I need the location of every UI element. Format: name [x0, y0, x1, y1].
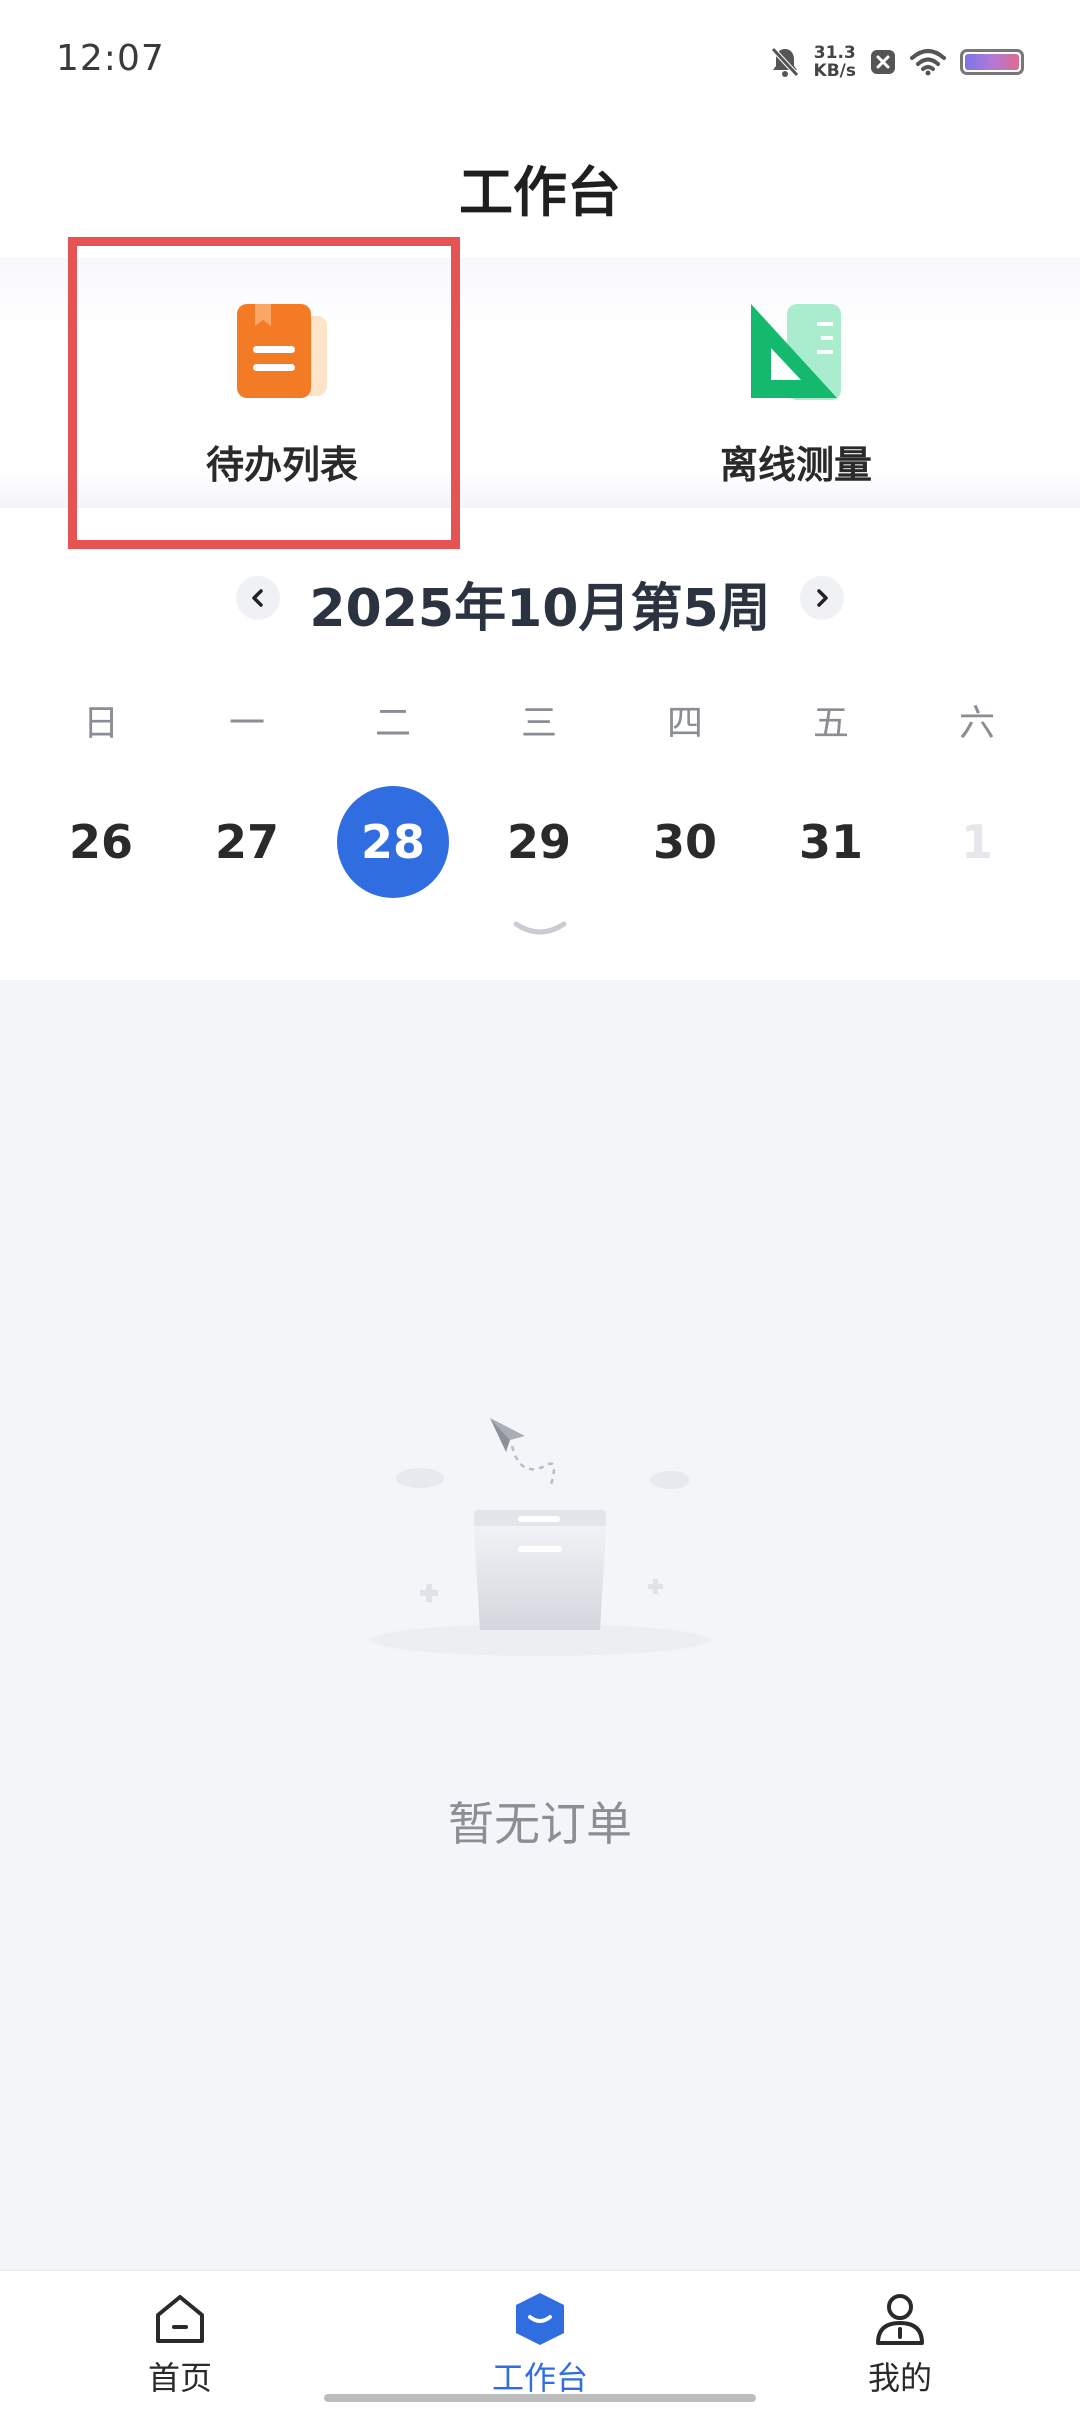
date-cell[interactable]: 1 — [904, 786, 1050, 898]
network-speed-unit: KB/s — [813, 61, 856, 81]
next-week-button[interactable] — [800, 576, 844, 620]
network-speed-value: 31.3 — [813, 43, 856, 63]
chevron-right-icon — [817, 589, 828, 607]
tab-home[interactable]: 首页 — [80, 2289, 280, 2399]
date-cell-selected[interactable]: 28 — [320, 786, 466, 898]
weekday-label: 二 — [374, 703, 411, 744]
date-cell[interactable]: 27 — [174, 786, 320, 898]
bell-muted-icon — [770, 47, 799, 77]
workbench-icon — [516, 2293, 564, 2345]
date-cell[interactable]: 26 — [28, 786, 174, 898]
date-cell[interactable]: 31 — [758, 786, 904, 898]
set-square-icon — [751, 304, 841, 400]
week-navigation: 2025年10月第5周 — [0, 570, 1080, 640]
weekday-label: 六 — [958, 703, 995, 744]
offline-measure-label: 离线测量 — [719, 443, 872, 487]
weekday-label: 一 — [228, 703, 265, 744]
status-time: 12:07 — [56, 38, 165, 79]
weekday-label: 日 — [82, 703, 119, 744]
page-title: 工作台 — [459, 161, 621, 224]
chevron-down-icon[interactable] — [512, 918, 568, 946]
date-cell[interactable]: 30 — [612, 786, 758, 898]
battery-icon — [960, 49, 1024, 75]
home-indicator[interactable] — [324, 2394, 756, 2402]
wifi-icon — [910, 49, 946, 76]
tab-home-label: 首页 — [147, 2359, 212, 2397]
tab-workbench[interactable]: 工作台 — [440, 2289, 640, 2399]
date-cell[interactable]: 29 — [466, 786, 612, 898]
order-list-area: 暂无订单 — [0, 980, 1080, 2270]
empty-state-message: 暂无订单 — [448, 1797, 632, 1851]
user-icon — [876, 2294, 924, 2345]
network-speed: 31.3 KB/s — [814, 44, 856, 80]
tab-mine-label: 我的 — [867, 2359, 932, 2397]
close-box-icon — [871, 50, 895, 74]
offline-measure-button[interactable]: 离线测量 — [676, 298, 916, 489]
status-bar: 12:07 31.3 KB/s — [0, 0, 1080, 128]
week-title: 2025年10月第5周 — [309, 579, 771, 639]
highlight-box — [68, 237, 460, 549]
weekday-label: 四 — [666, 703, 703, 744]
weekday-label: 五 — [812, 703, 849, 744]
weekday-label: 三 — [520, 703, 557, 744]
bottom-tab-bar: 首页 工作台 我的 — [0, 2270, 1080, 2409]
home-icon — [156, 2295, 204, 2343]
tab-mine[interactable]: 我的 — [800, 2289, 1000, 2399]
status-icons: 31.3 KB/s — [770, 40, 1024, 84]
empty-box-icon — [370, 1418, 710, 1656]
tab-workbench-label: 工作台 — [491, 2359, 588, 2397]
